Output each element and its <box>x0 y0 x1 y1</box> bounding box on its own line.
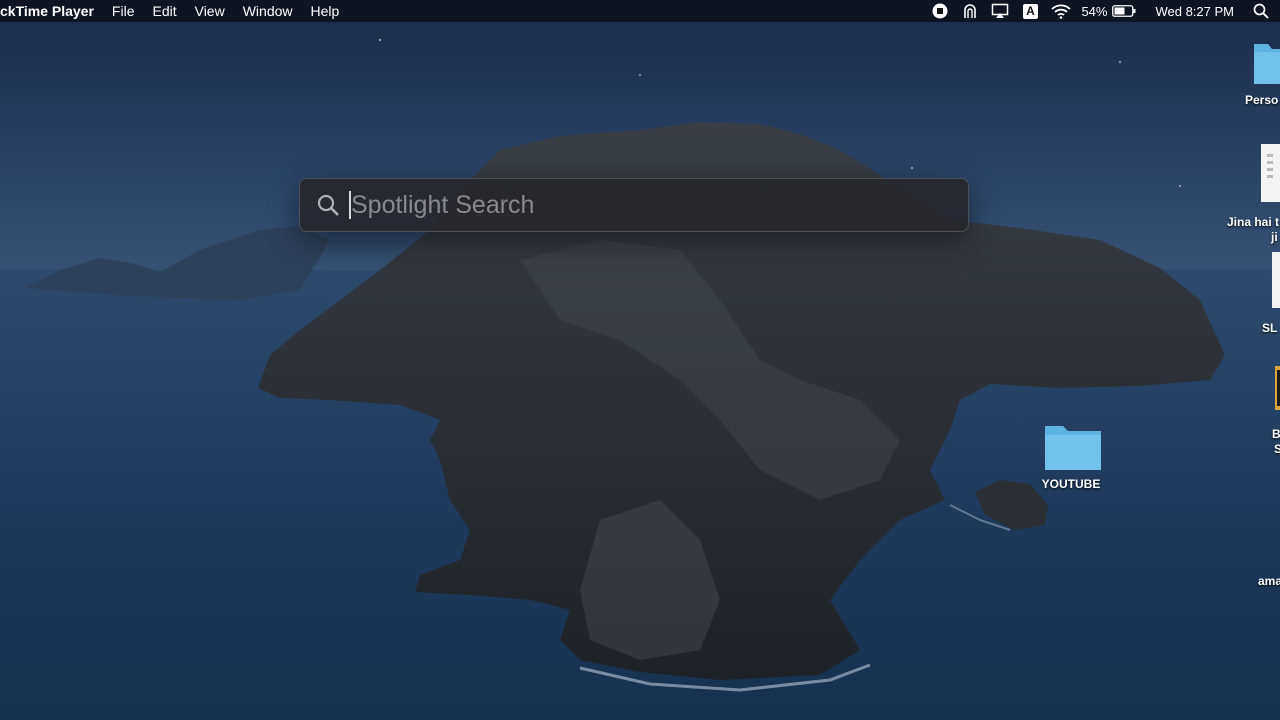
airplay-icon[interactable] <box>987 0 1013 22</box>
spotlight-search-input[interactable] <box>351 185 941 225</box>
media-file-icon <box>1275 366 1280 410</box>
folder-icon <box>1045 426 1101 470</box>
folder-icon <box>1254 44 1280 84</box>
battery-icon[interactable] <box>1111 0 1137 22</box>
spotlight-search-bar <box>299 178 969 232</box>
document-icon <box>1272 252 1280 308</box>
desktop-item-youtube[interactable]: YOUTUBE <box>1036 422 1106 492</box>
desktop-item-b[interactable]: B S <box>1264 366 1280 457</box>
desktop-item-sl[interactable]: SL <box>1258 252 1280 336</box>
menu-view[interactable]: View <box>186 3 234 19</box>
document-icon <box>1261 144 1280 202</box>
desktop-item-label-line2: S <box>1274 442 1280 456</box>
search-icon <box>314 191 342 219</box>
menu-window[interactable]: Window <box>234 3 302 19</box>
desktop-item-label: B <box>1272 427 1280 441</box>
menu-file[interactable]: File <box>103 3 144 19</box>
desktop-wallpaper <box>0 0 1280 720</box>
desktop-item-label: ama <box>1258 574 1280 588</box>
desktop-item-label: YOUTUBE <box>1041 477 1101 491</box>
input-source-icon[interactable]: A <box>1017 0 1043 22</box>
status-area: A 54% Wed 8:27 PM <box>927 0 1280 22</box>
menu-help[interactable]: Help <box>302 3 349 19</box>
accessibility-icon[interactable] <box>957 0 983 22</box>
spotlight-icon[interactable] <box>1252 0 1270 22</box>
desktop-item-label: Perso <box>1245 93 1279 107</box>
input-source-letter: A <box>1022 3 1038 19</box>
desktop-item-label-line2: ji <box>1271 230 1278 244</box>
desktop-item-label: Jina hai t <box>1227 215 1280 229</box>
desktop-item-label: SL <box>1262 321 1278 335</box>
menu-bar: ckTime Player File Edit View Window Help… <box>0 0 1280 22</box>
desktop-item-ama[interactable]: ama <box>1258 574 1280 589</box>
screen-record-stop-icon[interactable] <box>927 0 953 22</box>
desktop-item-jina[interactable]: Jina hai t ji <box>1226 144 1280 245</box>
wifi-icon[interactable] <box>1047 0 1075 22</box>
menu-clock[interactable]: Wed 8:27 PM <box>1155 4 1234 19</box>
desktop-item-perso[interactable]: Perso <box>1236 38 1280 108</box>
menu-edit[interactable]: Edit <box>143 3 185 19</box>
battery-percent: 54% <box>1081 3 1108 19</box>
app-menu[interactable]: ckTime Player <box>0 3 103 19</box>
